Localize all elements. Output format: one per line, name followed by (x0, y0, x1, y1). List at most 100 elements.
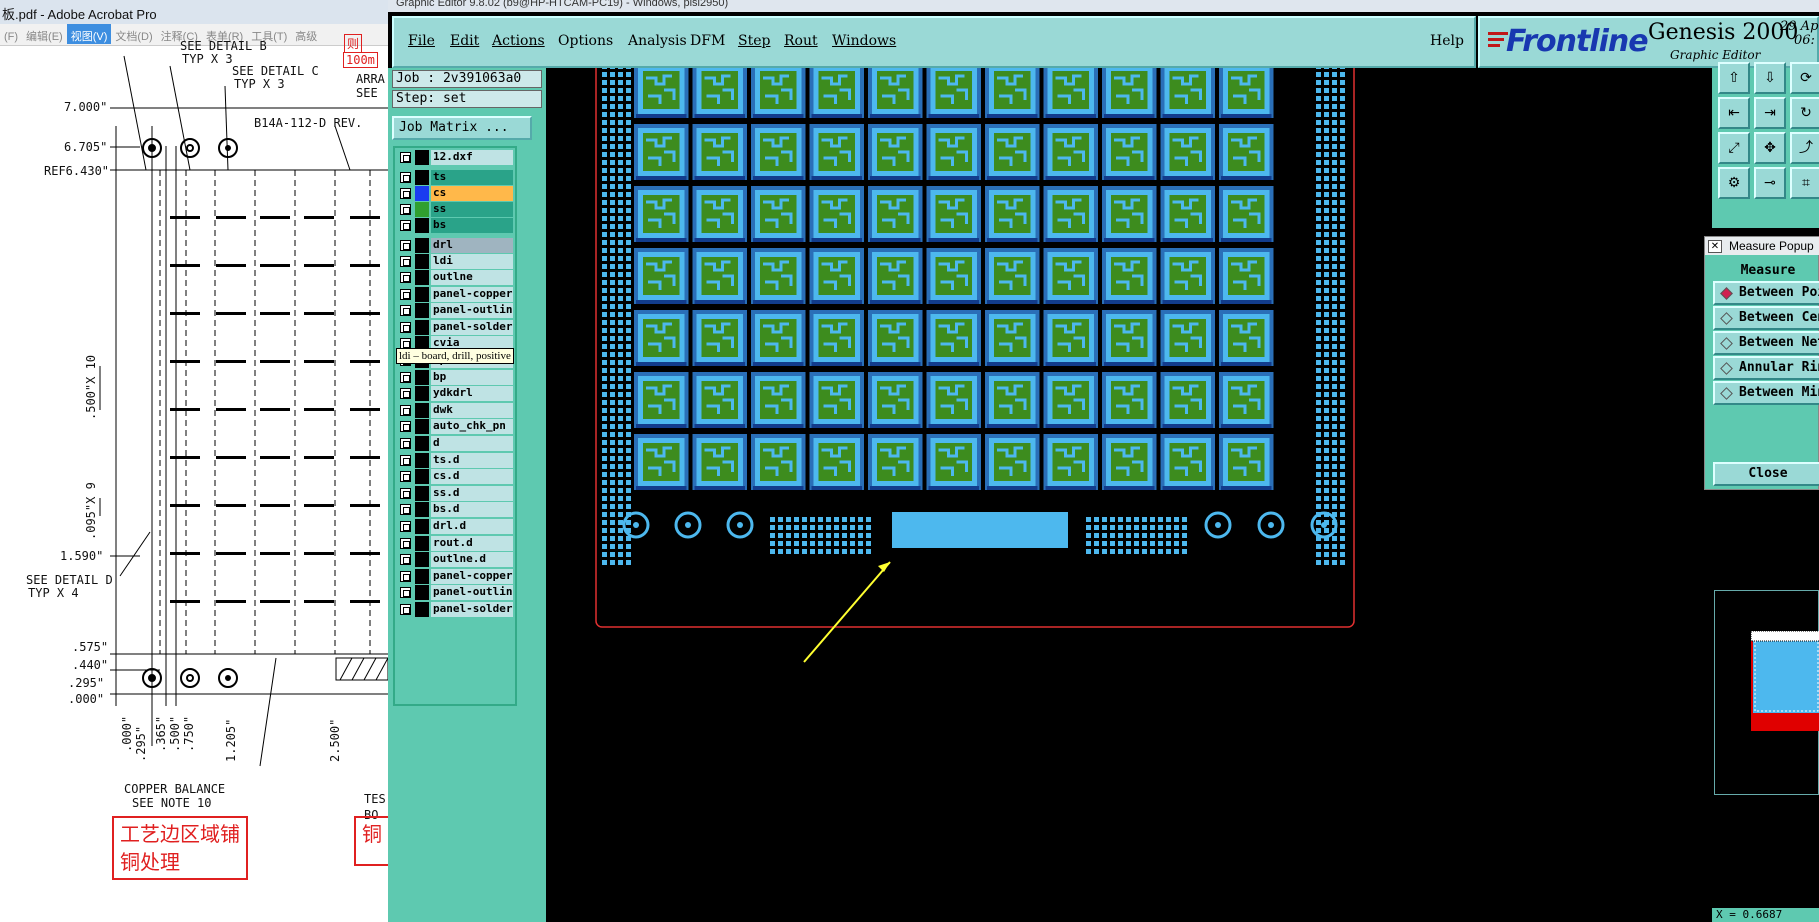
layer-row[interactable]: ss.d (398, 485, 514, 501)
layer-name[interactable]: bs (431, 218, 513, 233)
layer-row[interactable]: rout.d (398, 535, 514, 551)
layer-row[interactable]: ldi (398, 254, 514, 269)
layer-checkbox[interactable] (400, 421, 411, 433)
layer-row[interactable]: bs (398, 218, 514, 233)
layer-row[interactable]: panel-copper (398, 286, 514, 302)
layer-checkbox[interactable] (400, 288, 411, 300)
layer-row[interactable]: ts (398, 170, 514, 185)
acrobat-menu-item[interactable]: 高级 (291, 24, 321, 44)
layer-row[interactable]: panel-outline (398, 585, 514, 601)
layer-checkbox[interactable] (400, 272, 411, 283)
layer-name[interactable]: ldi (431, 254, 513, 269)
layer-name[interactable]: ss.d (431, 485, 513, 501)
graphic-canvas[interactable] (546, 68, 1712, 922)
acrobat-menu-item[interactable]: 编辑(E) (22, 24, 67, 44)
layer-name[interactable]: outlne (431, 270, 513, 285)
zoom-icon[interactable]: ✥ (1754, 132, 1786, 164)
job-matrix-button[interactable]: Job Matrix ... (392, 116, 532, 140)
layer-row[interactable]: bp (398, 369, 514, 385)
layer-row[interactable]: panel-copper (398, 568, 514, 584)
layer-checkbox[interactable] (400, 471, 411, 483)
layer-name[interactable]: cs (431, 186, 513, 201)
layer-name[interactable]: 12.dxf (431, 150, 513, 165)
layer-checkbox[interactable] (400, 487, 411, 499)
menu-rout[interactable]: Rout (784, 33, 818, 49)
layer-row[interactable]: cs.d (398, 469, 514, 485)
layer-checkbox[interactable] (400, 521, 411, 532)
layer-name[interactable]: drl (431, 238, 513, 253)
layer-name[interactable]: ydkdrl (431, 386, 513, 402)
layer-row[interactable]: drl.d (398, 519, 514, 534)
layer-name[interactable]: panel-copper (431, 568, 513, 584)
layer-row[interactable]: auto_chk_pn (398, 419, 514, 435)
layer-row[interactable]: ydkdrl (398, 386, 514, 402)
layer-name[interactable]: auto_chk_pn (431, 419, 513, 435)
layer-checkbox[interactable] (400, 537, 411, 549)
layer-checkbox[interactable] (400, 188, 411, 199)
layer-name[interactable]: ts (431, 170, 513, 185)
menu-edit[interactable]: Edit (450, 33, 479, 49)
layer-checkbox[interactable] (400, 152, 411, 163)
menu-file[interactable]: File (408, 33, 435, 49)
layer-name[interactable]: outlne.d (431, 552, 513, 568)
menu-help[interactable]: Help (1430, 33, 1464, 49)
measure-option-between-centers[interactable]: Between Centers (1713, 306, 1819, 330)
layer-row[interactable]: drl (398, 238, 514, 253)
rotate-icon[interactable]: ↻ (1790, 97, 1819, 129)
menu-analysis[interactable]: Analysis (628, 33, 687, 49)
layer-checkbox[interactable] (400, 504, 411, 516)
close-icon[interactable]: ✕ (1708, 240, 1722, 253)
snap-icon[interactable]: ⚙ (1718, 167, 1750, 199)
layer-checkbox[interactable] (400, 172, 411, 183)
menu-windows[interactable]: Windows (832, 33, 896, 49)
layer-checkbox[interactable] (400, 570, 411, 582)
acrobat-menu-item[interactable]: (F) (0, 27, 22, 43)
overview-window[interactable] (1714, 590, 1819, 795)
layer-name[interactable]: panel-solder (431, 319, 513, 335)
layer-checkbox[interactable] (400, 220, 411, 231)
measure-close-button[interactable]: Close (1713, 462, 1819, 486)
fit-icon[interactable]: ⤢ (1718, 132, 1750, 164)
layer-checkbox[interactable] (400, 305, 411, 317)
menu-dfm[interactable]: DFM (690, 33, 725, 49)
save-icon[interactable]: ⇩ (1754, 62, 1786, 94)
layer-row[interactable]: outlne.d (398, 552, 514, 568)
acrobat-menu-item[interactable]: 视图(V) (66, 24, 112, 44)
layer-checkbox[interactable] (400, 204, 411, 215)
layer-checkbox[interactable] (400, 321, 411, 333)
layer-row[interactable]: panel-solder (398, 319, 514, 335)
layer-row[interactable]: ts.d (398, 452, 514, 468)
layer-checkbox[interactable] (400, 388, 411, 400)
layer-checkbox[interactable] (400, 604, 411, 615)
layer-name[interactable]: drl.d (431, 519, 513, 534)
layer-name[interactable]: ss (431, 202, 513, 217)
import-icon[interactable]: ⇤ (1718, 97, 1750, 129)
layer-checkbox[interactable] (400, 256, 411, 267)
measure-option-between-nets[interactable]: Between Nets (1713, 331, 1819, 355)
layer-row[interactable]: 12.dxf (398, 150, 514, 165)
layer-name[interactable]: panel-solder (431, 602, 513, 617)
layer-name[interactable]: panel-copper (431, 286, 513, 302)
layer-name[interactable]: bs.d (431, 502, 513, 518)
layer-row[interactable]: ss (398, 202, 514, 217)
layer-row[interactable]: cs (398, 186, 514, 201)
open-icon[interactable]: ⇧ (1718, 62, 1750, 94)
misc-icon[interactable]: ⟳ (1790, 62, 1819, 94)
menu-actions[interactable]: Actions (492, 33, 545, 49)
menu-step[interactable]: Step (738, 33, 770, 49)
layer-row[interactable]: dwk (398, 402, 514, 418)
layer-row[interactable]: bs.d (398, 502, 514, 518)
layer-row[interactable]: panel-outline (398, 303, 514, 319)
pdf-page[interactable]: SEE DETAIL B TYP X 3 SEE DETAIL C TYP X … (0, 34, 388, 922)
layer-row[interactable]: outlne (398, 270, 514, 285)
misc2-icon[interactable]: ⤴ (1790, 132, 1819, 164)
layer-name[interactable]: ts.d (431, 452, 513, 468)
layer-row[interactable]: d (398, 436, 514, 451)
layer-name[interactable]: cs.d (431, 469, 513, 485)
layer-checkbox[interactable] (400, 240, 411, 251)
measure-option-between-points[interactable]: Between Points (1713, 281, 1819, 305)
menu-options[interactable]: Options (558, 33, 613, 49)
layer-name[interactable]: d (431, 436, 513, 451)
layer-name[interactable]: panel-outline (431, 303, 513, 319)
layer-checkbox[interactable] (400, 454, 411, 466)
